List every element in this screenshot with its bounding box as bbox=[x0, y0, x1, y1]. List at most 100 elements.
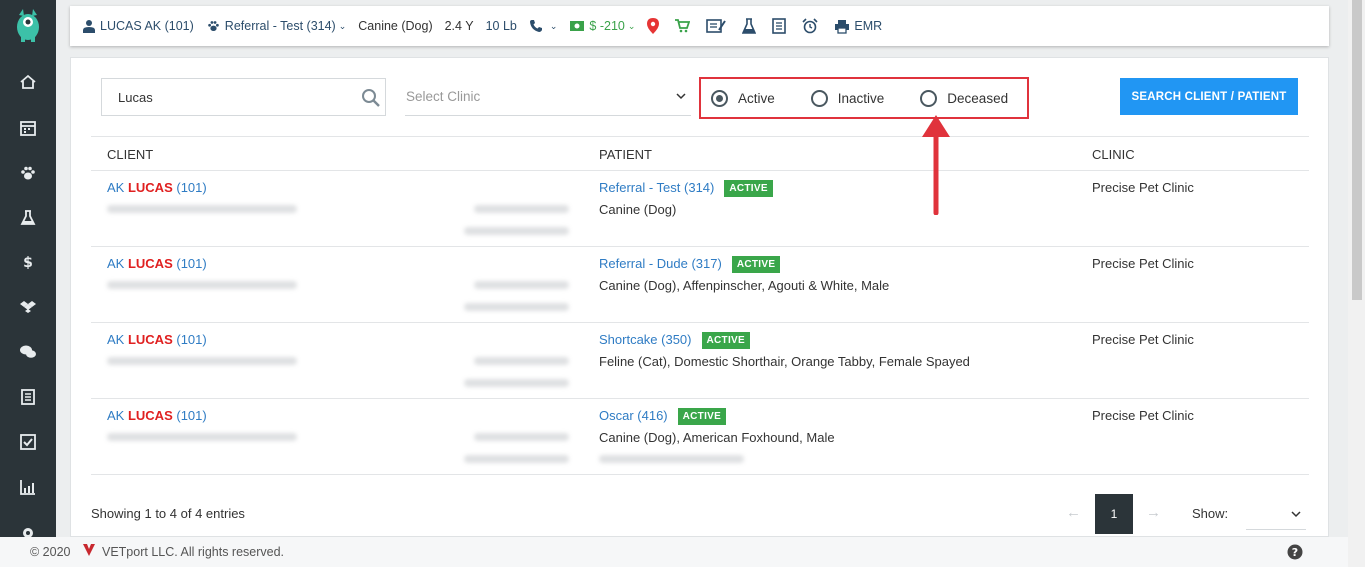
scrollbar-thumb[interactable] bbox=[1352, 0, 1362, 300]
emr-print[interactable]: EMR bbox=[834, 19, 882, 34]
redacted-phone bbox=[464, 227, 569, 235]
calendar-icon[interactable] bbox=[0, 108, 56, 148]
status-radio-active[interactable]: Active bbox=[711, 89, 775, 107]
help-icon[interactable]: ? bbox=[1287, 544, 1303, 560]
printer-icon bbox=[835, 19, 850, 34]
svg-text:$: $ bbox=[23, 255, 33, 271]
redacted-phone bbox=[474, 205, 569, 213]
radio-unselected-icon bbox=[920, 89, 938, 107]
scrollbar[interactable] bbox=[1348, 0, 1365, 567]
dollar-icon[interactable]: $ bbox=[0, 242, 56, 282]
header-age: 2.4 Y bbox=[444, 19, 474, 33]
copyright-text: VETport LLC. All rights reserved. bbox=[102, 545, 285, 559]
vetport-logo-icon bbox=[83, 544, 95, 556]
header-weight: 10 Lb bbox=[485, 19, 517, 33]
clinic-name: Precise Pet Clinic bbox=[1092, 180, 1194, 195]
header-client-name: LUCAS AK (101) bbox=[100, 19, 194, 33]
redacted-phone bbox=[474, 281, 569, 289]
alarm-clock-icon[interactable] bbox=[802, 18, 822, 34]
header-patient[interactable]: Referral - Test (314) ⌄ bbox=[206, 19, 346, 33]
column-header-clinic: CLINIC bbox=[1092, 147, 1135, 162]
clinic-select[interactable]: Select Clinic bbox=[405, 78, 691, 116]
phone-icon bbox=[529, 20, 542, 32]
emr-label: EMR bbox=[854, 19, 883, 33]
search-client-patient-button[interactable]: SEARCH CLIENT / PATIENT bbox=[1120, 78, 1298, 115]
patient-cell: Referral - Test (314) ACTIVE bbox=[599, 180, 773, 197]
balance-amount: $ -210 bbox=[589, 19, 625, 33]
results-table: CLIENT PATIENT CLINIC AK LUCAS (101) Ref… bbox=[91, 136, 1309, 475]
header-client[interactable]: LUCAS AK (101) bbox=[82, 19, 194, 33]
prev-page-button[interactable]: ← bbox=[1066, 504, 1081, 521]
paw-icon[interactable] bbox=[0, 153, 56, 193]
next-page-button[interactable]: → bbox=[1146, 504, 1161, 521]
flask-icon[interactable] bbox=[742, 18, 760, 34]
flask-icon[interactable] bbox=[0, 198, 56, 238]
dropbox-icon[interactable] bbox=[0, 287, 56, 327]
user-icon bbox=[83, 20, 95, 33]
map-marker-icon[interactable] bbox=[647, 18, 663, 34]
patient-link[interactable]: Shortcake (350) bbox=[599, 332, 692, 347]
phone-menu[interactable]: ⌄ bbox=[529, 19, 558, 33]
entries-summary: Showing 1 to 4 of 4 entries bbox=[91, 506, 245, 521]
clinic-name: Precise Pet Clinic bbox=[1092, 332, 1194, 347]
patient-link[interactable]: Referral - Test (314) bbox=[599, 180, 714, 195]
radio-selected-icon bbox=[711, 89, 728, 107]
page-button-1[interactable]: 1 bbox=[1095, 494, 1133, 534]
money-icon bbox=[570, 21, 585, 31]
app-logo[interactable] bbox=[0, 0, 56, 50]
search-box bbox=[101, 78, 386, 116]
client-link[interactable]: AK LUCAS (101) bbox=[107, 408, 207, 423]
status-badge: ACTIVE bbox=[677, 408, 727, 425]
list-icon[interactable] bbox=[0, 377, 56, 417]
column-header-patient: PATIENT bbox=[599, 147, 652, 162]
search-icon[interactable] bbox=[361, 88, 381, 108]
redacted-phone bbox=[464, 303, 569, 311]
table-row: AK LUCAS (101) Referral - Test (314) ACTI… bbox=[91, 171, 1309, 247]
client-link[interactable]: AK LUCAS (101) bbox=[107, 332, 207, 347]
cart-icon[interactable] bbox=[675, 19, 694, 33]
home-icon[interactable] bbox=[0, 62, 56, 102]
patient-cell: Shortcake (350) ACTIVE bbox=[599, 332, 750, 349]
redacted-address bbox=[107, 205, 297, 213]
patient-header-bar: LUCAS AK (101) Referral - Test (314) ⌄ C… bbox=[70, 6, 1329, 46]
invoice-edit-icon[interactable] bbox=[706, 18, 730, 34]
balance-menu[interactable]: $ -210 ⌄ bbox=[569, 19, 635, 33]
patient-cell: Referral - Dude (317) ACTIVE bbox=[599, 256, 781, 273]
chevron-down-icon: ⌄ bbox=[549, 20, 558, 31]
radio-unselected-icon bbox=[810, 89, 828, 107]
redacted-phone bbox=[474, 433, 569, 441]
status-radio-deceased[interactable]: Deceased bbox=[920, 89, 1009, 107]
chevron-down-icon bbox=[1291, 511, 1301, 518]
client-link[interactable]: AK LUCAS (101) bbox=[107, 180, 207, 195]
page-size-select[interactable] bbox=[1246, 496, 1306, 530]
table-row: AK LUCAS (101) Oscar (416) ACTIVE Canine … bbox=[91, 399, 1309, 475]
footer: © 2020 VETport LLC. All rights reserved.… bbox=[0, 537, 1365, 567]
clinic-name: Precise Pet Clinic bbox=[1092, 408, 1194, 423]
patient-detail: Feline (Cat), Domestic Shorthair, Orange… bbox=[599, 354, 970, 369]
status-radio-inactive[interactable]: Inactive bbox=[810, 89, 885, 107]
header-species: Canine (Dog) bbox=[358, 19, 433, 33]
status-label-deceased: Deceased bbox=[947, 90, 1009, 106]
redacted-microchip bbox=[599, 455, 744, 463]
patient-detail: Canine (Dog), American Foxhound, Male bbox=[599, 430, 835, 445]
patient-link[interactable]: Referral - Dude (317) bbox=[599, 256, 722, 271]
notes-icon[interactable] bbox=[772, 18, 790, 34]
sidebar: $ bbox=[0, 0, 56, 567]
status-filter-group: Active Inactive Deceased bbox=[699, 77, 1029, 119]
chevron-down-icon: ⌄ bbox=[338, 20, 347, 31]
paw-icon bbox=[208, 21, 219, 32]
checkbox-icon[interactable] bbox=[0, 422, 56, 462]
redacted-address bbox=[107, 281, 297, 289]
patient-detail: Canine (Dog) bbox=[599, 202, 677, 217]
status-label-inactive: Inactive bbox=[837, 90, 885, 106]
client-link[interactable]: AK LUCAS (101) bbox=[107, 256, 207, 271]
chat-icon[interactable] bbox=[0, 332, 56, 372]
redacted-address bbox=[107, 357, 297, 365]
search-input[interactable] bbox=[102, 79, 342, 115]
chevron-down-icon bbox=[676, 93, 686, 100]
patient-link[interactable]: Oscar (416) bbox=[599, 408, 668, 423]
chart-icon[interactable] bbox=[0, 467, 56, 507]
copyright-year: © 2020 bbox=[30, 545, 71, 559]
redacted-phone bbox=[474, 357, 569, 365]
search-card: Select Clinic Active Inactive Deceased S… bbox=[70, 57, 1329, 537]
